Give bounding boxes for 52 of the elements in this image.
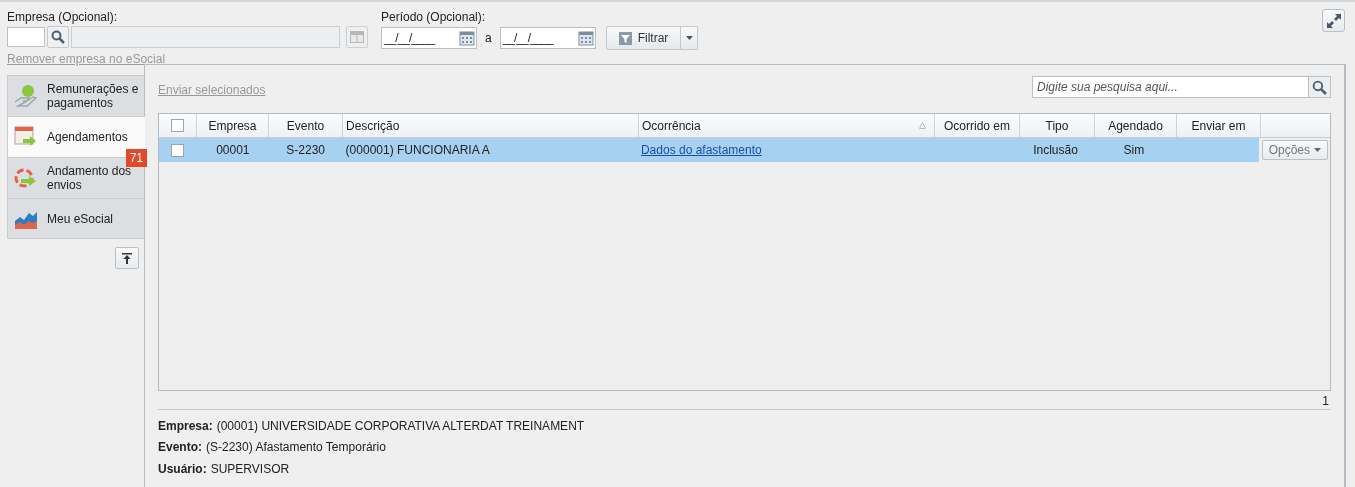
collapse-up-icon <box>122 252 132 264</box>
search-button[interactable] <box>1309 76 1331 98</box>
checkbox[interactable] <box>171 143 185 157</box>
field-label: Empresa (Opcional): <box>7 10 119 25</box>
column-header[interactable]: Descrição <box>343 114 639 137</box>
caret-icon <box>1314 148 1321 152</box>
table-cell: Sim <box>1123 143 1145 157</box>
calendar-icon[interactable] <box>577 30 594 46</box>
input-field[interactable] <box>7 27 45 47</box>
calendar-icon[interactable] <box>459 30 475 46</box>
column-header[interactable]: Empresa <box>197 114 269 137</box>
caret-icon <box>685 36 693 40</box>
sidebar-tab[interactable]: Meu eSocial <box>7 198 144 239</box>
money-hand-icon <box>14 84 38 108</box>
table-button[interactable] <box>346 26 368 48</box>
table-cell: S-2230 <box>286 143 326 157</box>
record-count: 1 <box>1322 393 1329 408</box>
cycle-arrow-icon <box>14 166 38 190</box>
collapse-button[interactable] <box>115 247 139 269</box>
table-cell: 00001 <box>216 143 250 157</box>
table-icon <box>350 31 364 43</box>
column-header[interactable]: Enviar em <box>1177 114 1261 137</box>
calendar-arrow-icon <box>14 125 38 149</box>
column-header[interactable]: Evento <box>269 114 343 137</box>
dropdown-button[interactable] <box>681 26 699 50</box>
column-header[interactable]: Agendado <box>1095 114 1177 137</box>
date-field[interactable]: __/__/____ <box>499 27 596 49</box>
link[interactable]: Dados do afastamento <box>640 143 762 157</box>
field-label: Período (Opcional): <box>381 10 487 25</box>
table-row[interactable]: 00001 S-2230 (000001) FUNCIONARIA A Dados do afastamento Inclusão Sim Opções <box>159 138 1330 162</box>
table-cell: Inclusão <box>1033 143 1078 157</box>
search-field[interactable]: Digite sua pesquisa aqui... <box>1032 76 1309 98</box>
detail-label: Usuário: <box>158 461 207 476</box>
detail-value: SUPERVISOR <box>210 461 290 476</box>
detail-label: Empresa: <box>158 418 213 433</box>
range-separator: a <box>485 31 492 45</box>
column-header[interactable]: Ocorrência <box>639 114 935 137</box>
count-badge: 71 <box>125 149 147 167</box>
options-button[interactable]: Opções <box>1261 140 1328 160</box>
column-header[interactable]: Tipo <box>1020 114 1095 137</box>
sidebar-tab[interactable]: Remunerações e pagamentos <box>7 75 144 116</box>
date-field[interactable]: __/__/____ <box>381 27 477 49</box>
filter-icon <box>618 31 632 45</box>
expand-button[interactable] <box>1322 9 1345 32</box>
filter-button[interactable]: Filtrar <box>605 26 682 50</box>
column-header[interactable]: Ocorrido em <box>935 114 1020 137</box>
detail-value: (00001) UNIVERSIDADE CORPORATIVA ALTERDAT TREINAMENT <box>216 418 585 433</box>
search-button[interactable] <box>47 26 69 48</box>
checkbox[interactable] <box>171 119 184 132</box>
detail-label: Evento: <box>158 440 202 455</box>
table-cell: (000001) FUNCIONARIA A <box>345 143 490 157</box>
detail-value: (S-2230) Afastamento Temporário <box>206 440 386 455</box>
